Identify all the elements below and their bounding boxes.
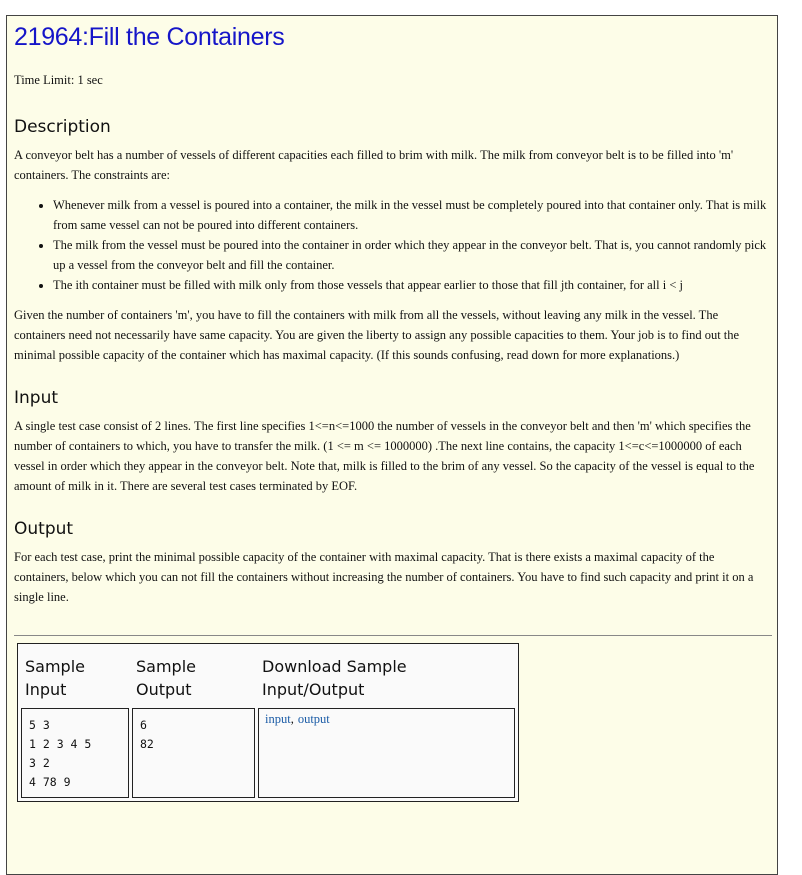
input-text: A single test case consist of 2 lines. T… <box>14 419 755 493</box>
output-text: For each test case, print the minimal po… <box>14 550 754 604</box>
input-heading: Input <box>14 388 59 408</box>
download-header: Download Sample Input/Output <box>262 657 407 699</box>
samples-content-row: 5 3 1 2 3 4 5 3 2 4 78 9 6 82 input, out… <box>21 708 515 798</box>
constraint-item: The milk from the vessel must be poured … <box>53 235 770 275</box>
link-separator: , <box>290 712 294 726</box>
constraint-item: Whenever milk from a vessel is poured in… <box>53 195 770 235</box>
samples-container: Sample Input Sample Output Download Samp… <box>17 643 770 802</box>
samples-header-row: Sample Input Sample Output Download Samp… <box>21 647 515 705</box>
description-heading: Description <box>14 117 111 137</box>
problem-panel: 21964:Fill the Containers Time Limit: 1 … <box>6 15 778 875</box>
sample-output-cell: 6 82 <box>132 708 255 798</box>
description-intro: A conveyor belt has a number of vessels … <box>14 148 734 182</box>
samples-table: Sample Input Sample Output Download Samp… <box>17 643 519 802</box>
download-input-link[interactable]: input <box>265 712 291 726</box>
constraint-item: The ith container must be filled with mi… <box>53 275 770 295</box>
download-cell: input, output <box>258 708 515 798</box>
description-given: Given the number of containers 'm', you … <box>14 308 740 362</box>
sample-input-header: Sample Input <box>25 657 85 699</box>
constraints-list: Whenever milk from a vessel is poured in… <box>14 195 770 295</box>
output-heading: Output <box>14 519 74 539</box>
problem-title: 21964:Fill the Containers <box>14 23 285 51</box>
sample-output-header: Sample Output <box>136 657 196 699</box>
download-output-link[interactable]: output <box>298 712 330 726</box>
section-divider <box>14 635 772 636</box>
time-limit: Time Limit: 1 sec <box>14 73 103 87</box>
sample-input-text: 5 3 1 2 3 4 5 3 2 4 78 9 <box>29 718 92 789</box>
sample-output-text: 6 82 <box>140 718 154 751</box>
sample-input-cell: 5 3 1 2 3 4 5 3 2 4 78 9 <box>21 708 129 798</box>
